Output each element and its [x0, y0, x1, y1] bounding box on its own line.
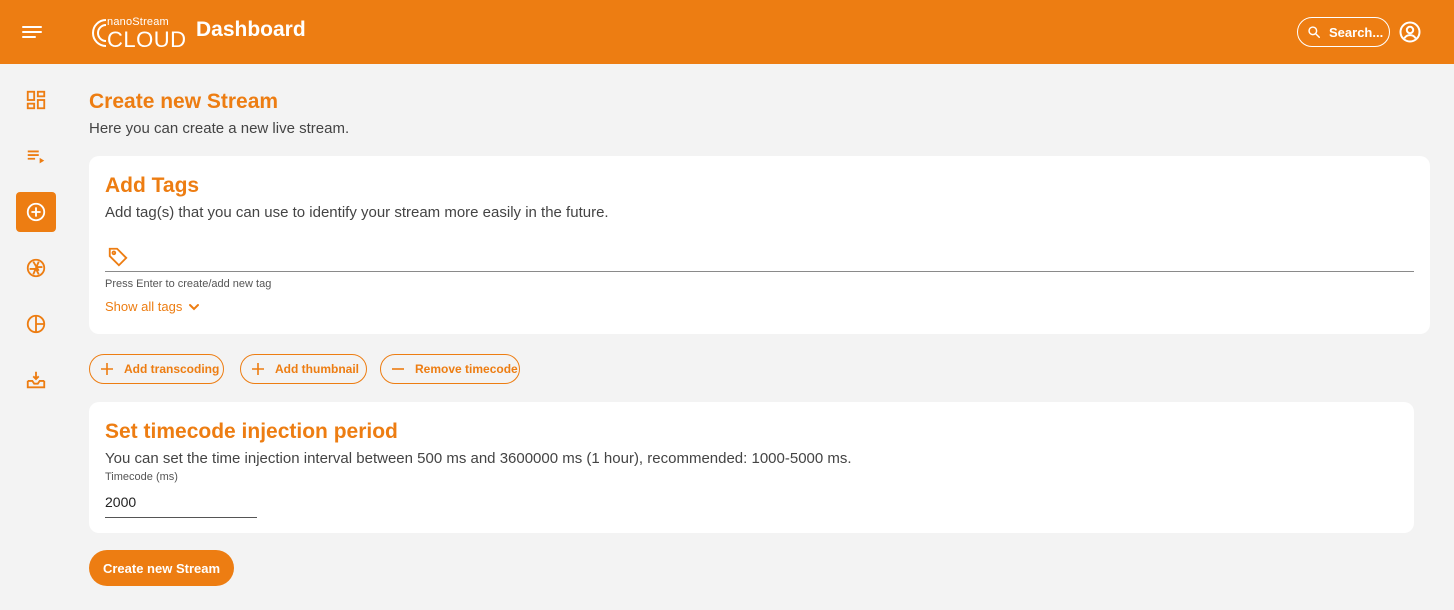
show-all-tags-toggle[interactable]: Show all tags — [105, 299, 200, 314]
tag-input[interactable] — [137, 244, 1407, 270]
timecode-description: You can set the time injection interval … — [105, 450, 852, 467]
page-title: Create new Stream — [89, 90, 279, 113]
sidebar-item-streams[interactable] — [16, 136, 56, 176]
remove-timecode-button[interactable]: Remove timecode — [380, 354, 520, 384]
nanostream-cloud-logo[interactable]: nanoStream CLOUD — [90, 14, 187, 52]
add-thumbnail-label: Add thumbnail — [275, 362, 359, 376]
playlist-play-icon — [27, 150, 45, 164]
logo-arc-icon — [92, 19, 107, 47]
tag-input-field[interactable] — [105, 242, 1414, 272]
sidebar-item-create-stream[interactable] — [16, 192, 56, 232]
analytics-pie-icon — [26, 314, 46, 334]
top-app-bar: nanoStream CLOUD Dashboard Search... — [0, 0, 1454, 64]
search-label: Search... — [1329, 24, 1384, 40]
sidebar-item-analytics[interactable] — [16, 304, 56, 344]
timecode-field[interactable] — [105, 488, 257, 518]
remove-timecode-label: Remove timecode — [415, 362, 518, 376]
add-transcoding-button[interactable]: Add transcoding — [89, 354, 224, 384]
add-transcoding-label: Add transcoding — [124, 362, 220, 376]
plus-icon — [252, 363, 264, 375]
chevron-down-icon — [189, 303, 200, 310]
create-stream-label: Create new Stream — [102, 560, 221, 576]
show-all-tags-label: Show all tags — [105, 299, 183, 314]
create-stream-button[interactable]: Create new Stream — [89, 550, 234, 586]
page-subtitle: Here you can create a new live stream. — [89, 120, 350, 137]
page-header-title: Dashboard — [196, 18, 306, 41]
search-icon — [1308, 26, 1320, 38]
sidebar-item-dashboard[interactable] — [16, 80, 56, 120]
timecode-input[interactable] — [105, 488, 255, 516]
inbox-download-icon — [26, 371, 46, 389]
timecode-card: Set timecode injection period You can se… — [89, 402, 1414, 533]
sidebar-item-downloads[interactable] — [16, 360, 56, 400]
add-thumbnail-button[interactable]: Add thumbnail — [240, 354, 367, 384]
timecode-field-label: Timecode (ms) — [105, 471, 178, 483]
plus-icon — [101, 363, 113, 375]
minus-icon — [392, 368, 404, 370]
timecode-title: Set timecode injection period — [105, 420, 398, 443]
menu-icon[interactable] — [20, 20, 44, 44]
add-circle-icon — [26, 202, 46, 222]
search-button[interactable]: Search... — [1297, 17, 1390, 47]
logo-big-text: CLOUD — [107, 27, 187, 52]
add-tags-title: Add Tags — [105, 174, 200, 197]
add-tags-card: Add Tags Add tag(s) that you can use to … — [89, 156, 1430, 334]
shutter-icon — [26, 258, 46, 278]
tag-input-hint: Press Enter to create/add new tag — [105, 278, 272, 290]
dashboard-icon — [26, 90, 46, 110]
account-icon[interactable] — [1398, 20, 1422, 44]
tag-icon — [108, 247, 128, 267]
sidebar-item-player[interactable] — [16, 248, 56, 288]
add-tags-description: Add tag(s) that you can use to identify … — [105, 204, 609, 221]
